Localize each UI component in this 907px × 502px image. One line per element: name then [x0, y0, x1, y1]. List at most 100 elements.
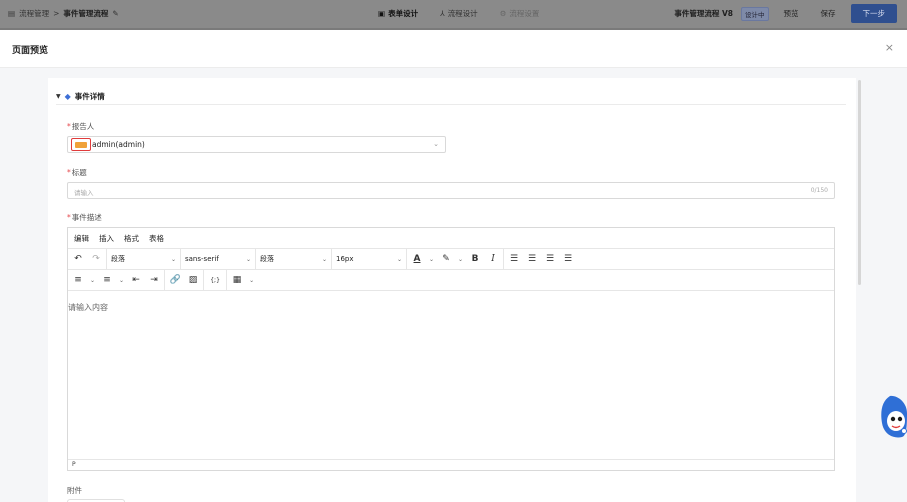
rich-text-editor: 编辑 插入 格式 表格 ↶ ↷ 段落 ⌄ sans-serif ⌄ 段落 ⌄ 1… — [67, 227, 835, 471]
font-family-dropdown[interactable]: sans-serif ⌄ — [185, 255, 251, 263]
modal-body: ▼ ◆ 事件详情 *报告人 admin(admin) ⌄ *标题 请输入 0/1… — [0, 68, 907, 502]
italic-icon[interactable]: I — [487, 253, 499, 265]
breadcrumb-separator: > — [53, 9, 60, 18]
form-icon: ▣ — [378, 9, 386, 18]
form-card: ▼ ◆ 事件详情 *报告人 admin(admin) ⌄ *标题 请输入 0/1… — [48, 78, 856, 502]
reporter-select[interactable]: admin(admin) ⌄ — [67, 136, 446, 153]
highlight-icon[interactable]: ✎ — [440, 253, 452, 265]
text-color-icon[interactable]: A — [411, 253, 423, 265]
attachment-label: 附件 — [67, 486, 82, 495]
settings-icon: ⚙ — [499, 9, 507, 18]
font-size-dropdown[interactable]: 16px ⌄ — [336, 255, 402, 263]
block-format-value: 段落 — [111, 255, 125, 263]
section-title: 事件详情 — [74, 92, 105, 101]
table-icon[interactable]: ▦ — [231, 274, 243, 286]
user-avatar-icon — [71, 138, 91, 151]
chevron-down-icon[interactable]: ⌄ — [119, 277, 124, 284]
font-size-group: 16px ⌄ — [332, 248, 407, 270]
required-mark: * — [67, 213, 71, 222]
line-format-value: 段落 — [260, 255, 274, 263]
align-left-icon[interactable]: ☰ — [508, 253, 520, 265]
breadcrumb-root[interactable]: 流程管理 — [19, 8, 49, 19]
code-sample-icon[interactable]: {;} — [208, 274, 222, 286]
text-style-group: A ⌄ ✎ ⌄ B I — [407, 248, 505, 270]
align-group: ☰ ☰ ☰ ☰ — [504, 249, 578, 270]
link-icon[interactable]: 🔗 — [169, 274, 181, 286]
chevron-down-icon: ⌄ — [170, 255, 176, 263]
editor-menubar: 编辑 插入 格式 表格 — [68, 228, 834, 249]
align-right-icon[interactable]: ☰ — [544, 253, 556, 265]
editor-content[interactable]: 请输入内容 — [68, 292, 834, 460]
design-tabs: ▣ 表单设计 ⅄ 流程设计 ⚙ 流程设置 — [378, 8, 539, 19]
chevron-down-icon[interactable]: ⌄ — [458, 256, 463, 263]
close-icon[interactable]: × — [885, 41, 894, 54]
modal-title: 页面预览 — [12, 46, 49, 56]
list-icon: ▤ — [8, 9, 16, 18]
font-family-value: sans-serif — [185, 255, 219, 263]
assistant-mascot-icon[interactable] — [876, 393, 907, 443]
title-label: *标题 — [67, 167, 87, 178]
breadcrumb-current: 事件管理流程 — [63, 9, 109, 18]
chevron-down-icon: ⌄ — [245, 255, 251, 263]
section-divider — [56, 104, 846, 105]
redo-icon[interactable]: ↷ — [90, 253, 102, 265]
reporter-label-text: 报告人 — [71, 122, 95, 131]
chevron-down-icon: ⌄ — [321, 255, 327, 263]
tab-flow-settings[interactable]: ⚙ 流程设置 — [500, 8, 540, 19]
code-group: {;} — [204, 269, 228, 291]
editor-toolbar-1: ↶ ↷ 段落 ⌄ sans-serif ⌄ 段落 ⌄ 16px ⌄ A ⌄ ✎ … — [68, 248, 834, 270]
outdent-icon[interactable]: ⇤ — [130, 274, 142, 286]
menu-insert[interactable]: 插入 — [99, 233, 114, 244]
menu-table[interactable]: 表格 — [149, 233, 164, 244]
chevron-down-icon: ⌄ — [433, 140, 439, 148]
line-format-group: 段落 ⌄ — [256, 248, 332, 270]
numbered-list-icon[interactable]: ≡ — [101, 274, 113, 286]
description-label-text: 事件描述 — [71, 213, 102, 222]
list-group: ≡ ⌄ ≡ ⌄ ⇤ ⇥ — [68, 269, 166, 291]
flow-icon: ⅄ — [440, 9, 445, 18]
font-size-value: 16px — [336, 255, 354, 263]
description-label: *事件描述 — [67, 212, 102, 223]
image-icon[interactable]: ▨ — [187, 274, 199, 286]
preview-button[interactable]: 预览 — [777, 5, 806, 22]
menu-edit[interactable]: 编辑 — [74, 233, 89, 244]
tab-flow-design[interactable]: ⅄ 流程设计 — [440, 8, 478, 19]
chevron-down-icon[interactable]: ⌄ — [90, 277, 95, 284]
menu-format[interactable]: 格式 — [124, 233, 139, 244]
title-placeholder: 请输入 — [74, 189, 94, 197]
editor-statusbar: P — [68, 459, 834, 470]
undo-icon[interactable]: ↶ — [72, 253, 84, 265]
align-center-icon[interactable]: ☰ — [526, 253, 538, 265]
modal-header: 页面预览 × — [0, 30, 907, 68]
block-format-dropdown[interactable]: 段落 ⌄ — [111, 254, 176, 264]
tab-form-design[interactable]: ▣ 表单设计 — [378, 8, 418, 19]
history-group: ↶ ↷ — [68, 248, 107, 270]
flow-name: 事件管理流程 V8 — [674, 9, 733, 18]
insert-group: 🔗 ▨ — [165, 269, 205, 291]
chevron-down-icon: ⌄ — [396, 255, 402, 263]
chevron-down-icon[interactable]: ⌄ — [429, 256, 434, 263]
preview-modal: 页面预览 × ▼ ◆ 事件详情 *报告人 admin(admin) ⌄ *标题 — [0, 30, 907, 502]
section-header[interactable]: ▼ ◆ 事件详情 — [56, 91, 105, 102]
editor-toolbar-2: ≡ ⌄ ≡ ⌄ ⇤ ⇥ 🔗 ▨ {;} ▦ ⌄ — [68, 269, 834, 291]
block-format-group: 段落 ⌄ — [107, 248, 181, 270]
editor-placeholder: 请输入内容 — [68, 303, 108, 312]
caret-down-icon[interactable]: ▼ — [56, 93, 61, 100]
required-mark: * — [67, 122, 71, 131]
edit-icon[interactable]: ✎ — [112, 9, 118, 18]
bold-icon[interactable]: B — [469, 253, 481, 265]
char-count: 0/150 — [810, 187, 828, 194]
layers-icon: ◆ — [64, 92, 71, 101]
align-justify-icon[interactable]: ☰ — [562, 253, 574, 265]
line-format-dropdown[interactable]: 段落 ⌄ — [260, 254, 327, 264]
bullet-list-icon[interactable]: ≡ — [72, 274, 84, 286]
status-badge: 设计中 — [741, 6, 769, 21]
scrollbar[interactable] — [858, 80, 861, 285]
next-button[interactable]: 下一步 — [850, 4, 897, 23]
indent-icon[interactable]: ⇥ — [148, 274, 160, 286]
reporter-label: *报告人 — [67, 121, 94, 132]
font-family-group: sans-serif ⌄ — [181, 248, 256, 270]
chevron-down-icon[interactable]: ⌄ — [249, 277, 254, 284]
title-input[interactable]: 请输入 0/150 — [67, 182, 835, 199]
save-button[interactable]: 保存 — [814, 5, 843, 22]
